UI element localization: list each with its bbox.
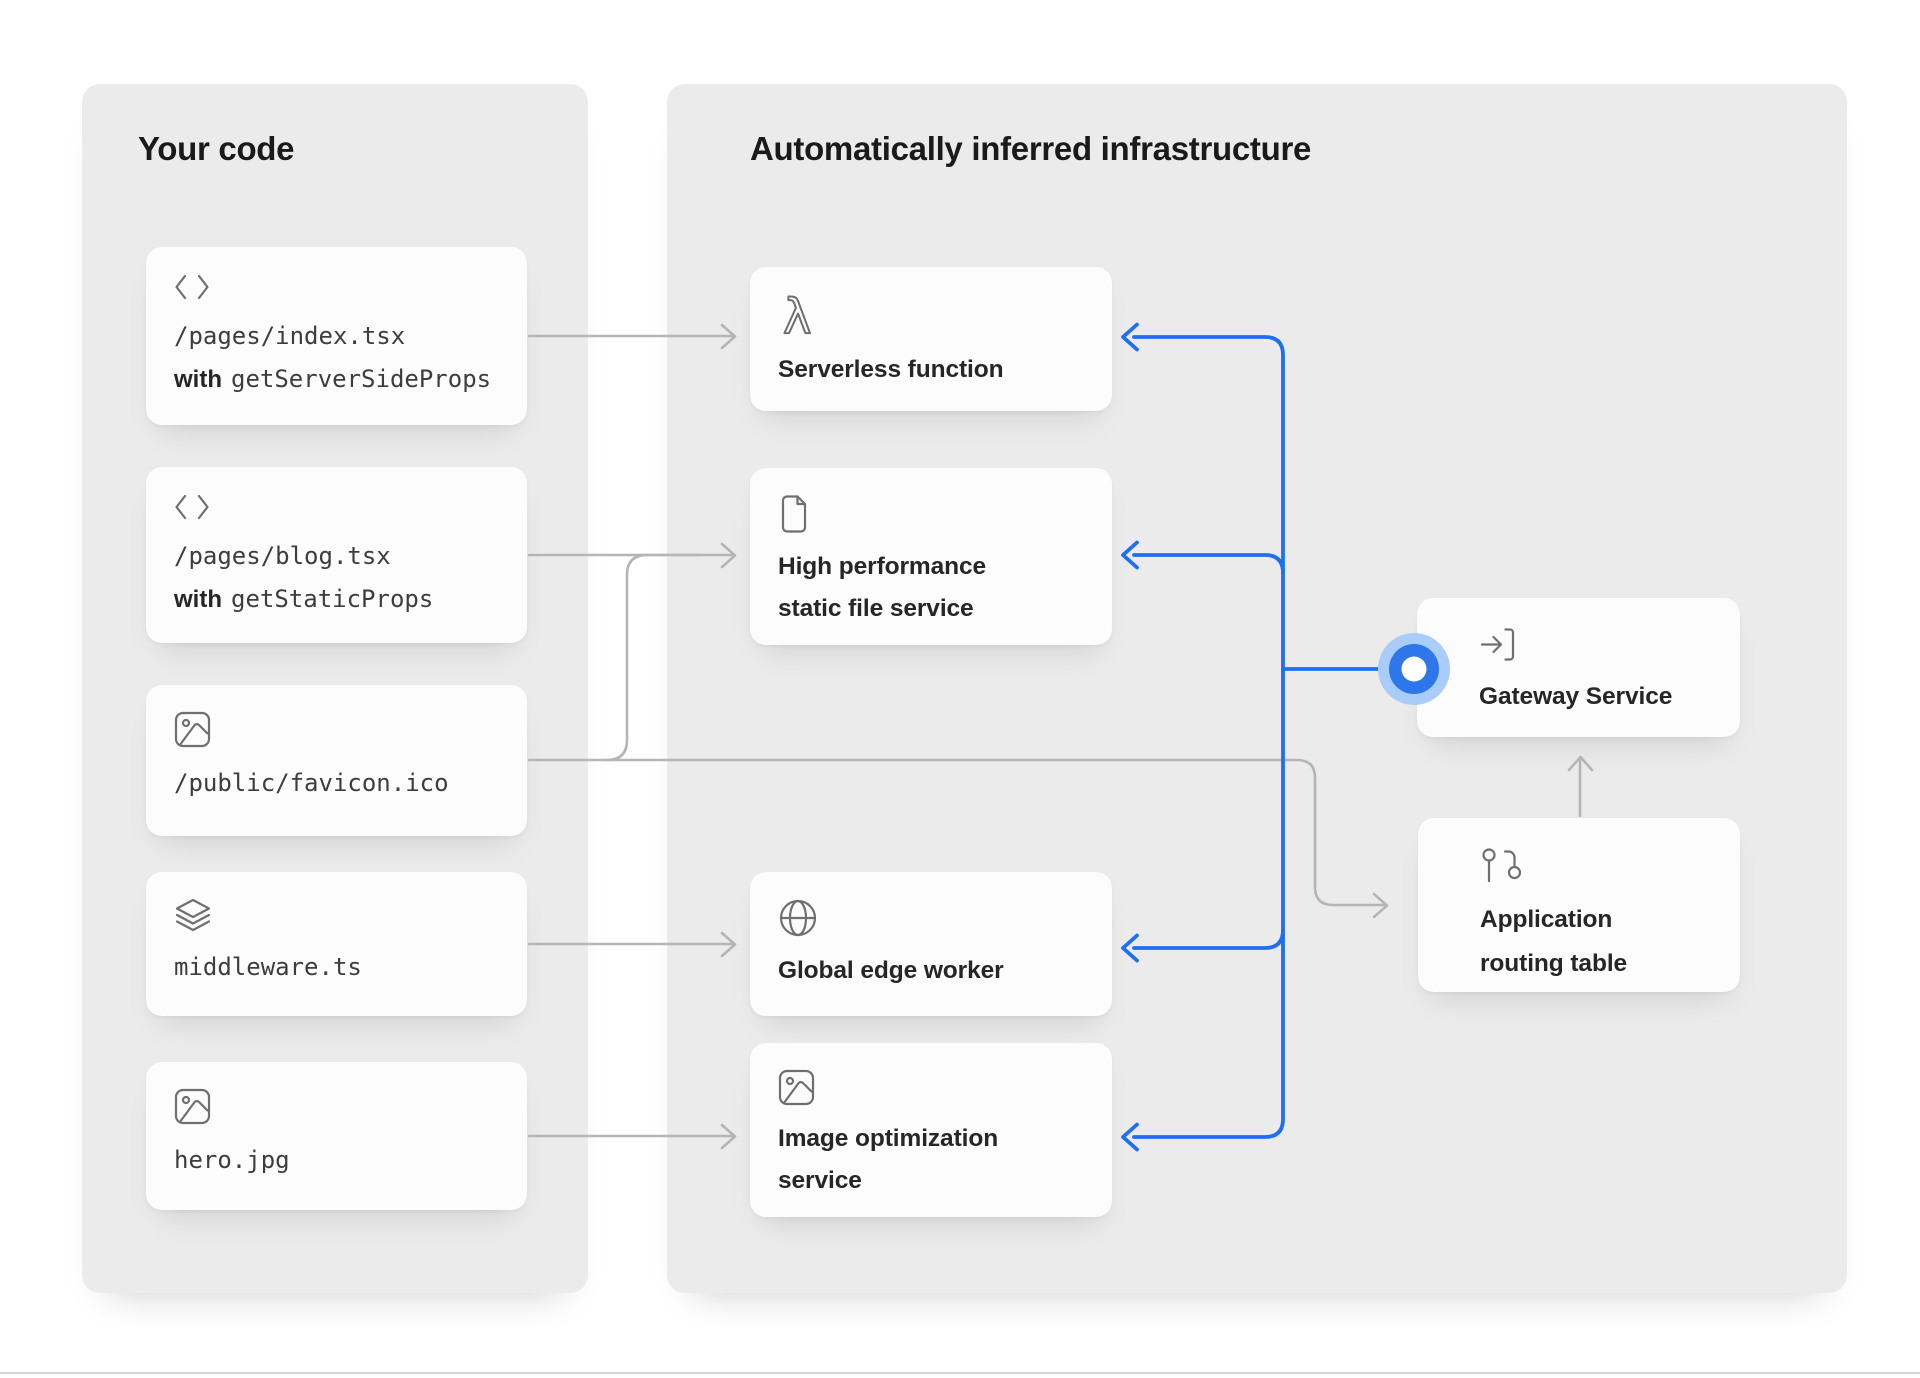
lambda-icon: λ — [778, 293, 818, 337]
route-icon — [1480, 845, 1521, 886]
card-pages-index: /pages/index.tsx with getServerSideProps — [146, 247, 527, 425]
service-label: Image optimization service — [778, 1118, 1050, 1202]
file-detail: with getServerSideProps — [174, 358, 499, 401]
file-path: /public/favicon.ico — [174, 762, 499, 805]
service-label: Global edge worker — [778, 950, 1050, 992]
file-path: /pages/blog.tsx — [174, 535, 499, 578]
card-gateway-service: Gateway Service — [1417, 598, 1740, 737]
file-path: hero.jpg — [174, 1139, 499, 1182]
card-pages-blog: /pages/blog.tsx with getStaticProps — [146, 467, 527, 643]
file-path: /pages/index.tsx — [174, 315, 499, 358]
function-name: getStaticProps — [231, 585, 433, 613]
card-static-file-service: High performance static file service — [750, 468, 1112, 645]
layers-icon — [174, 898, 212, 932]
with-label: with — [174, 586, 222, 613]
image-icon — [778, 1069, 815, 1106]
page-bottom-divider — [0, 1372, 1920, 1374]
card-image-optimization: Image optimization service — [750, 1043, 1112, 1217]
your-code-panel: Your code /pages/index.tsx with getServer… — [82, 84, 588, 1293]
card-favicon: /public/favicon.ico — [146, 685, 527, 836]
service-label: Serverless function — [778, 349, 1050, 391]
card-global-edge-worker: Global edge worker — [750, 872, 1112, 1016]
svg-text:λ: λ — [783, 293, 811, 337]
left-panel-title: Your code — [138, 130, 294, 168]
enter-icon — [1479, 626, 1517, 663]
code-icon — [174, 493, 210, 521]
card-hero-jpg: hero.jpg — [146, 1062, 527, 1210]
card-application-routing-table: Application routing table — [1418, 818, 1740, 992]
code-icon — [174, 273, 210, 301]
with-label: with — [174, 366, 222, 393]
file-detail: with getStaticProps — [174, 578, 499, 621]
inferred-infrastructure-panel: Automatically inferred infrastructure λ … — [667, 84, 1847, 1293]
card-middleware: middleware.ts — [146, 872, 527, 1016]
card-serverless-function: λ Serverless function — [750, 267, 1112, 411]
service-label: Application routing table — [1480, 898, 1685, 986]
service-label: High performance static file service — [778, 546, 1050, 630]
image-icon — [174, 1088, 211, 1125]
function-name: getServerSideProps — [231, 365, 491, 393]
service-label: Gateway Service — [1479, 675, 1709, 719]
document-icon — [778, 494, 810, 534]
globe-icon — [778, 898, 818, 938]
right-panel-title: Automatically inferred infrastructure — [750, 130, 1311, 168]
image-icon — [174, 711, 211, 748]
file-path: middleware.ts — [174, 946, 499, 989]
